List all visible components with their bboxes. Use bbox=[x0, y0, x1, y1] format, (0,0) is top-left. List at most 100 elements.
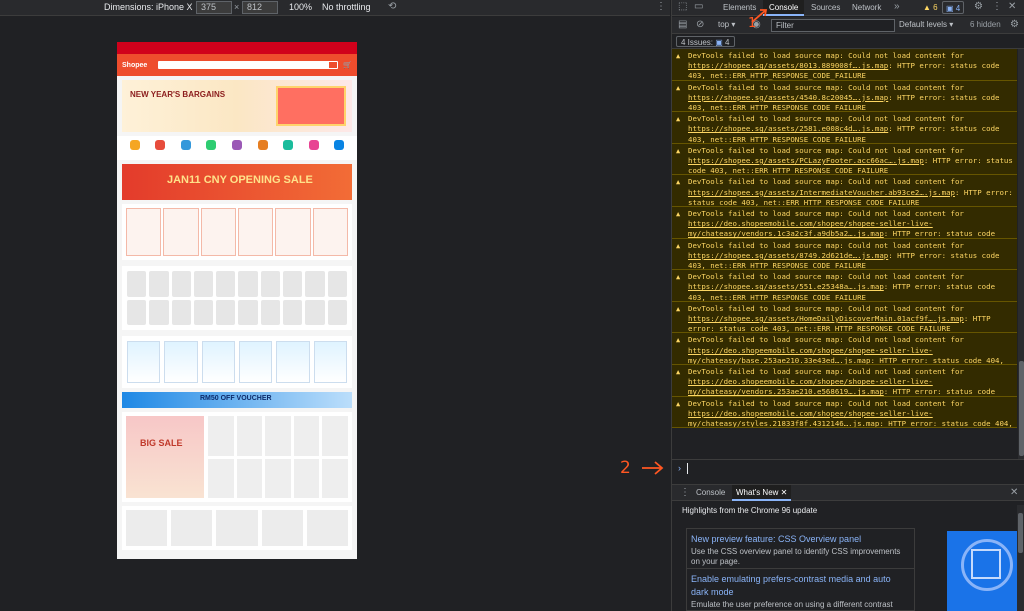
cart-icon[interactable]: 🛒 bbox=[338, 61, 352, 69]
quick-icon[interactable] bbox=[308, 140, 319, 150]
category-item[interactable] bbox=[171, 271, 191, 297]
quick-icon[interactable] bbox=[257, 140, 268, 150]
flash-item[interactable] bbox=[276, 341, 310, 383]
source-map-link[interactable]: https://shopee.sg/assets/IntermediateVou… bbox=[688, 188, 955, 197]
deal-card[interactable] bbox=[275, 208, 311, 256]
category-item[interactable] bbox=[238, 299, 258, 325]
console-warning-message[interactable]: ▲ DevTools failed to load source map: Cou… bbox=[672, 270, 1017, 302]
category-item[interactable] bbox=[127, 271, 147, 297]
console-settings-gear-icon[interactable]: ⚙ bbox=[1010, 19, 1019, 30]
close-icon[interactable]: ✕ bbox=[1008, 1, 1016, 12]
category-item[interactable] bbox=[149, 299, 169, 325]
category-item[interactable] bbox=[260, 271, 281, 297]
category-item[interactable] bbox=[193, 271, 214, 297]
context-select[interactable]: top ▾ bbox=[718, 20, 735, 29]
category-item[interactable] bbox=[193, 299, 214, 325]
viewport-height-input[interactable]: 812 bbox=[242, 1, 278, 14]
quick-icon[interactable] bbox=[283, 140, 294, 150]
flash-item[interactable] bbox=[164, 341, 198, 383]
issues-button[interactable]: 4 Issues: ▣ 4 bbox=[676, 36, 735, 47]
tab-network[interactable]: Network bbox=[852, 0, 881, 16]
source-map-link[interactable]: https://shopee.sg/assets/8749.2d621de….j… bbox=[688, 251, 888, 260]
trending-item[interactable] bbox=[126, 510, 168, 546]
console-log[interactable]: ▲ DevTools failed to load source map: Cou… bbox=[672, 49, 1017, 459]
tab-sources[interactable]: Sources bbox=[811, 0, 840, 16]
console-warning-message[interactable]: ▲ DevTools failed to load source map: Cou… bbox=[672, 396, 1017, 429]
quick-icon[interactable] bbox=[180, 140, 191, 150]
throttling-select[interactable]: No throttling bbox=[322, 2, 371, 12]
more-options-icon[interactable]: ⋮ bbox=[656, 1, 666, 12]
category-item[interactable] bbox=[149, 271, 169, 297]
mall-product[interactable] bbox=[293, 416, 320, 456]
voucher-banner[interactable]: RM50 OFF VOUCHER bbox=[122, 392, 352, 408]
card-title[interactable]: New preview feature: CSS Overview panel bbox=[691, 533, 910, 546]
source-map-link[interactable]: https://shopee.sg/assets/4540.8c20045….j… bbox=[688, 93, 888, 102]
category-item[interactable] bbox=[238, 271, 258, 297]
console-warning-message[interactable]: ▲ DevTools failed to load source map: Cou… bbox=[672, 112, 1017, 144]
console-warning-message[interactable]: ▲ DevTools failed to load source map: Cou… bbox=[672, 301, 1017, 334]
source-map-link[interactable]: https://shopee.sg/assets/8013.889008f….j… bbox=[688, 61, 888, 70]
shop-logo[interactable]: Shopee bbox=[122, 62, 158, 69]
deal-card[interactable] bbox=[200, 208, 236, 256]
log-levels-select[interactable]: Default levels ▾ bbox=[899, 20, 953, 29]
category-item[interactable] bbox=[305, 271, 325, 297]
trending-item[interactable] bbox=[306, 510, 349, 546]
console-warning-message[interactable]: ▲ DevTools failed to load source map: Cou… bbox=[672, 333, 1017, 365]
mall-product[interactable] bbox=[208, 458, 234, 498]
trending-item[interactable] bbox=[261, 510, 303, 546]
drawer-scrollbar[interactable] bbox=[1017, 505, 1024, 611]
category-item[interactable] bbox=[327, 299, 347, 325]
warning-count-badge[interactable]: ▲ 6 bbox=[920, 1, 941, 14]
mall-product[interactable] bbox=[322, 416, 348, 456]
clear-console-icon[interactable]: ⊘ bbox=[696, 19, 704, 30]
console-filter-input[interactable]: Filter bbox=[771, 19, 895, 32]
whats-new-card[interactable]: Enable emulating prefers-contrast media … bbox=[686, 568, 915, 611]
emulated-page[interactable]: Shopee 🛒 NEW YEAR'S BARGAINS JAN11 CNY O… bbox=[117, 42, 357, 559]
info-count-badge[interactable]: ▣ 4 bbox=[942, 1, 965, 14]
console-warning-message[interactable]: ▲ DevTools failed to load source map: Cou… bbox=[672, 175, 1017, 207]
console-warning-message[interactable]: ▲ DevTools failed to load source map: Cou… bbox=[672, 80, 1017, 113]
console-warning-message[interactable]: ▲ DevTools failed to load source map: Cou… bbox=[672, 364, 1017, 397]
deal-card[interactable] bbox=[312, 208, 348, 256]
device-dimensions-select[interactable]: Dimensions: iPhone X bbox=[104, 2, 193, 12]
category-item[interactable] bbox=[216, 271, 236, 297]
flash-item[interactable] bbox=[127, 341, 161, 383]
trending-item[interactable] bbox=[171, 510, 213, 546]
console-scroll-thumb[interactable] bbox=[1019, 361, 1024, 456]
quick-icon[interactable] bbox=[206, 140, 217, 150]
console-warning-message[interactable]: ▲ DevTools failed to load source map: Cou… bbox=[672, 143, 1017, 176]
mall-product[interactable] bbox=[293, 458, 320, 498]
sidebar-toggle-icon[interactable]: ▤ bbox=[678, 19, 687, 30]
flash-item[interactable] bbox=[313, 341, 347, 383]
deal-card[interactable] bbox=[237, 208, 274, 256]
page-search-bar[interactable] bbox=[158, 61, 338, 69]
quick-icon[interactable] bbox=[155, 140, 166, 150]
console-warning-message[interactable]: ▲ DevTools failed to load source map: Cou… bbox=[672, 49, 1017, 81]
card-title[interactable]: Enable emulating prefers-contrast media … bbox=[691, 573, 910, 599]
promo-banner[interactable]: NEW YEAR'S BARGAINS bbox=[122, 80, 352, 132]
big-sale-banner[interactable]: BIG SALE bbox=[126, 416, 204, 498]
rotate-icon[interactable]: ⟲ bbox=[388, 1, 396, 12]
category-item[interactable] bbox=[127, 299, 147, 325]
cny-banner[interactable]: JAN11 CNY OPENING SALE bbox=[122, 164, 352, 200]
mall-product[interactable] bbox=[208, 416, 234, 456]
viewport-width-input[interactable]: 375 bbox=[196, 1, 232, 14]
flash-item[interactable] bbox=[201, 341, 235, 383]
inspect-icon[interactable]: ⬚ bbox=[678, 1, 687, 12]
console-scrollbar[interactable] bbox=[1018, 49, 1024, 459]
category-item[interactable] bbox=[171, 299, 191, 325]
drawer-tab-console[interactable]: Console bbox=[696, 485, 725, 501]
device-toggle-icon[interactable]: ▭ bbox=[694, 1, 703, 12]
deal-card[interactable] bbox=[163, 208, 199, 256]
drawer-menu-icon[interactable]: ⋮ bbox=[680, 487, 690, 498]
customize-menu-icon[interactable]: ⋮ bbox=[992, 1, 1002, 12]
category-item[interactable] bbox=[283, 271, 303, 297]
source-map-link[interactable]: https://shopee.sg/assets/HomeDailyDiscov… bbox=[688, 314, 964, 323]
trending-item[interactable] bbox=[216, 510, 258, 546]
console-warning-message[interactable]: ▲ DevTools failed to load source map: Cou… bbox=[672, 238, 1017, 271]
mall-product[interactable] bbox=[322, 458, 348, 498]
quick-icon[interactable] bbox=[334, 140, 345, 150]
mall-product[interactable] bbox=[236, 458, 263, 498]
source-map-link[interactable]: https://shopee.sg/assets/PCLazyFooter.ac… bbox=[688, 156, 924, 165]
category-item[interactable] bbox=[283, 299, 303, 325]
